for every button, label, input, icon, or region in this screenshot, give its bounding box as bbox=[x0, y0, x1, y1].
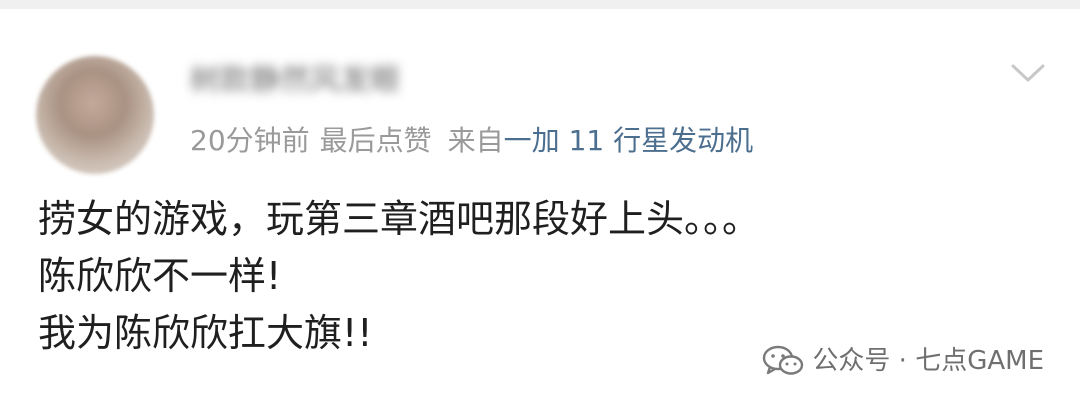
watermark-text: 公众号 · 七点GAME bbox=[812, 346, 1044, 376]
top-divider-strip bbox=[0, 0, 1080, 9]
comment-time: 20分钟前 bbox=[190, 124, 310, 157]
comment-meta: 20分钟前 最后点赞 来自一加 11 行星发动机 bbox=[190, 121, 753, 161]
comment-body: 捞女的游戏，玩第三章酒吧那段好上头。。。 陈欣欣不一样! 我为陈欣欣扛大旗!! bbox=[38, 191, 1038, 362]
likes-label: 最后点赞 bbox=[319, 124, 432, 157]
username[interactable]: 树款静然风发眼 bbox=[190, 61, 400, 101]
comment-line: 捞女的游戏，玩第三章酒吧那段好上头。。。 bbox=[38, 197, 761, 241]
chevron-down-icon[interactable] bbox=[1010, 61, 1046, 85]
user-avatar[interactable] bbox=[36, 56, 154, 174]
source-from-label: 来自 bbox=[447, 124, 504, 157]
watermark: 公众号 · 七点GAME bbox=[762, 341, 1044, 381]
comment-line: 陈欣欣不一样! bbox=[38, 254, 282, 298]
comment-card: 树款静然风发眼 20分钟前 最后点赞 来自一加 11 行星发动机 捞女的游戏，玩第三… bbox=[0, 9, 1080, 404]
source-device[interactable]: 一加 11 行星发动机 bbox=[504, 124, 753, 157]
wechat-icon bbox=[763, 345, 804, 375]
